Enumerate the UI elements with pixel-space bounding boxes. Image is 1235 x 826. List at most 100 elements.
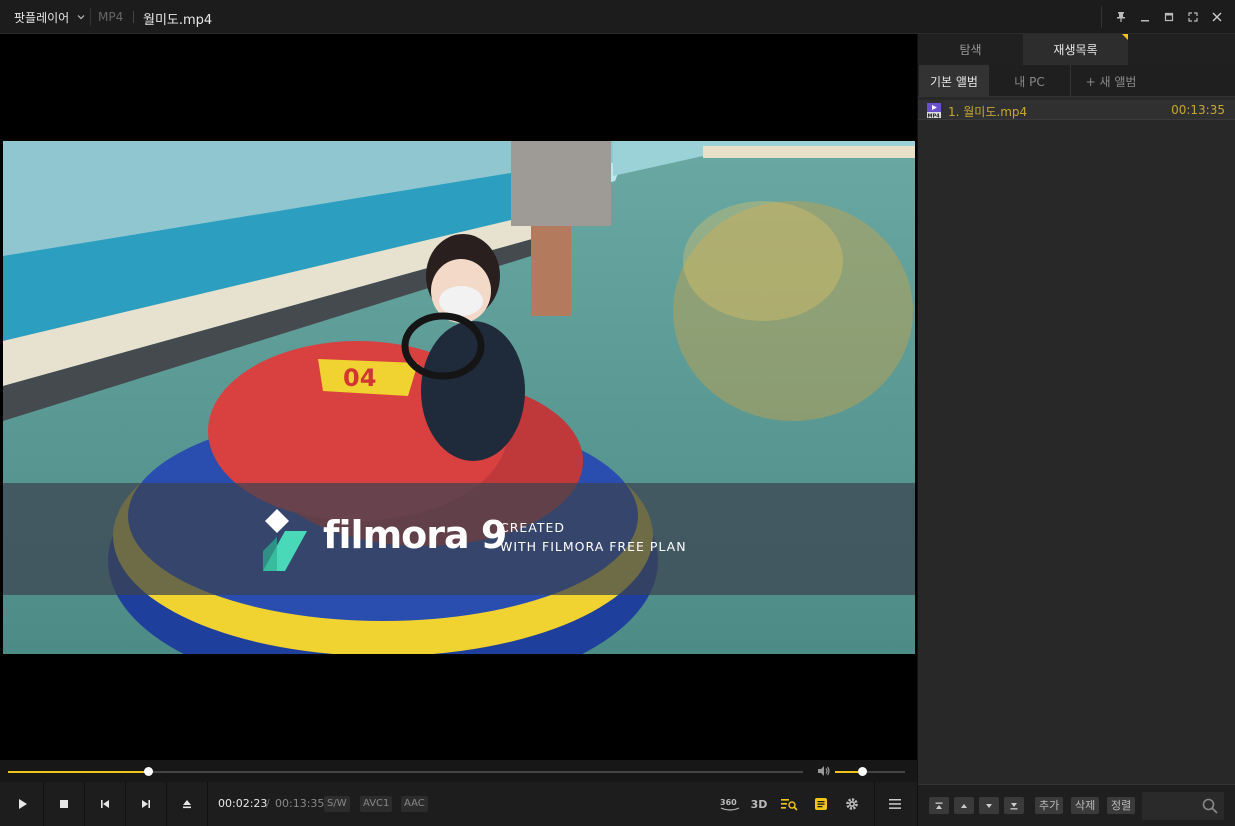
seek-progress-fill xyxy=(8,771,148,773)
album-tab-default[interactable]: 기본 앨범 xyxy=(919,65,989,97)
volume-icon[interactable] xyxy=(817,765,831,777)
skip-next-icon xyxy=(142,800,150,808)
sort-button[interactable]: 정렬 xyxy=(1107,797,1136,814)
settings-button[interactable] xyxy=(842,794,862,814)
next-button[interactable] xyxy=(126,782,167,826)
control-bar: 00:02:23 / 00:13:35 S/W AVC1 AAC 360 3D xyxy=(0,782,917,826)
watermark-brand: filmora 9 xyxy=(323,513,507,557)
close-button[interactable] xyxy=(1205,6,1229,28)
album-label: + 새 앨범 xyxy=(1085,74,1137,89)
hamburger-menu-icon xyxy=(889,799,901,809)
current-time: 00:02:23 xyxy=(218,797,268,810)
chevron-down-icon xyxy=(77,15,85,20)
volume-slider[interactable] xyxy=(835,767,905,776)
svg-text:MP4: MP4 xyxy=(928,113,941,118)
move-to-bottom-icon xyxy=(1010,802,1018,809)
seek-bar[interactable] xyxy=(8,767,803,776)
playlist-search-button[interactable] xyxy=(779,794,799,814)
tab-label: 재생목록 xyxy=(1053,43,1098,57)
fullscreen-button[interactable] xyxy=(1181,6,1205,28)
playlist-item-name: 1. 월미도.mp4 xyxy=(948,105,1028,119)
volume-thumb[interactable] xyxy=(857,767,867,776)
new-album-button[interactable]: + 새 앨범 xyxy=(1071,65,1151,97)
arrow-down-icon xyxy=(986,803,992,808)
playlist: MP4 1. 월미도.mp4 00:13:35 xyxy=(918,100,1235,120)
sticker-number: 04 xyxy=(343,364,376,392)
minimize-icon xyxy=(1141,20,1149,22)
divider xyxy=(1101,6,1102,28)
renderer-tag[interactable]: S/W xyxy=(324,796,350,812)
audio-codec-tag[interactable]: AAC xyxy=(401,796,428,812)
svg-text:360: 360 xyxy=(720,798,737,807)
watermark-line1: CREATED xyxy=(500,520,566,535)
playlist-item[interactable]: MP4 1. 월미도.mp4 00:13:35 xyxy=(918,100,1235,120)
tab-playlist[interactable]: 재생목록 xyxy=(1023,34,1128,65)
play-button[interactable] xyxy=(3,782,44,826)
move-up-button[interactable] xyxy=(954,797,974,814)
move-down-button[interactable] xyxy=(979,797,999,814)
pin-button[interactable] xyxy=(1109,6,1133,28)
divider xyxy=(133,11,134,23)
album-tab-my-pc[interactable]: 내 PC xyxy=(989,65,1071,97)
move-top-button[interactable] xyxy=(929,797,949,814)
filmora-logo-icon xyxy=(263,509,307,571)
mp4-file-icon: MP4 xyxy=(927,103,941,118)
fullscreen-icon xyxy=(1188,12,1198,22)
file-title: 월미도.mp4 xyxy=(143,13,213,28)
active-tab-marker xyxy=(1122,34,1128,40)
playlist-panel: 탐색 재생목록 기본 앨범 내 PC + 새 앨범 MP4 1. 월미도.mp4… xyxy=(917,34,1235,826)
arrow-up-icon xyxy=(961,803,967,808)
stop-icon xyxy=(60,800,68,808)
playlist-toolbar: 추가 삭제 정렬 xyxy=(918,784,1235,826)
seek-thumb[interactable] xyxy=(143,767,153,776)
previous-button[interactable] xyxy=(85,782,126,826)
playlist-search-field[interactable] xyxy=(1142,792,1224,820)
tab-explore[interactable]: 탐색 xyxy=(918,34,1023,65)
gear-icon xyxy=(846,798,858,810)
maximize-button[interactable] xyxy=(1157,6,1181,28)
play-icon xyxy=(19,799,27,809)
tab-label: 탐색 xyxy=(959,43,982,57)
app-menu-label: 팟플레이어 xyxy=(14,10,70,25)
maximize-icon xyxy=(1164,12,1174,22)
video-frame[interactable]: 04 filmora 9 CREATED WITH FILMORA FREE P… xyxy=(3,141,915,654)
file-format-label: MP4 xyxy=(98,10,124,24)
3d-icon: 3D xyxy=(750,797,768,811)
eject-icon xyxy=(183,800,191,809)
window-controls xyxy=(1109,6,1229,28)
subtitle-button[interactable] xyxy=(812,794,830,814)
divider xyxy=(874,782,875,826)
move-bottom-button[interactable] xyxy=(1004,797,1024,814)
video-codec-tag[interactable]: AVC1 xyxy=(360,796,393,812)
album-tabs: 기본 앨범 내 PC + 새 앨범 xyxy=(918,65,1235,97)
video-area[interactable]: 04 filmora 9 CREATED WITH FILMORA FREE P… xyxy=(0,34,917,760)
stop-button[interactable] xyxy=(44,782,85,826)
time-separator: / xyxy=(266,797,270,810)
title-bar: 팟플레이어 MP4 월미도.mp4 xyxy=(0,0,1235,34)
pin-icon xyxy=(1117,12,1125,22)
subtitle-icon xyxy=(815,798,827,810)
watermark-line2: WITH FILMORA FREE PLAN xyxy=(500,539,687,554)
panel-tabs: 탐색 재생목록 xyxy=(918,34,1235,65)
album-label: 기본 앨범 xyxy=(930,74,978,89)
seek-bar-row xyxy=(0,760,917,782)
minimize-button[interactable] xyxy=(1133,6,1157,28)
playlist-item-duration: 00:13:35 xyxy=(1171,103,1225,117)
move-to-top-icon xyxy=(935,802,943,809)
skip-previous-icon xyxy=(101,800,109,808)
vr-360-button[interactable]: 360 xyxy=(718,794,742,814)
watermark-banner: filmora 9 CREATED WITH FILMORA FREE PLAN xyxy=(3,483,915,595)
total-time: 00:13:35 xyxy=(275,797,325,810)
list-search-icon xyxy=(781,799,798,811)
app-menu-button[interactable]: 팟플레이어 xyxy=(4,4,88,30)
delete-button[interactable]: 삭제 xyxy=(1071,797,1100,814)
360-icon: 360 xyxy=(720,798,740,811)
search-icon xyxy=(1202,798,1218,814)
album-label: 내 PC xyxy=(1014,74,1045,89)
divider xyxy=(90,8,91,26)
close-icon xyxy=(1212,12,1222,22)
add-button[interactable]: 추가 xyxy=(1035,797,1064,814)
menu-button[interactable] xyxy=(885,794,905,814)
3d-button[interactable]: 3D xyxy=(749,794,769,814)
eject-button[interactable] xyxy=(167,782,208,826)
